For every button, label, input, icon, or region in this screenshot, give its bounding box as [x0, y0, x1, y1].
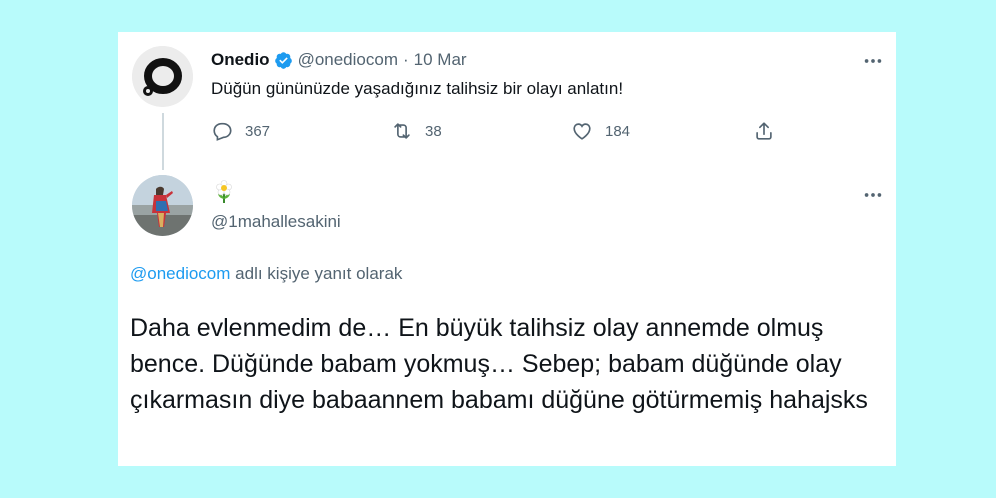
author-name[interactable]: Onedio	[211, 50, 270, 70]
parent-tweet-text: Düğün gününüzde yaşadığınız talihsiz bir…	[211, 79, 624, 98]
thread-connector-line	[162, 113, 164, 170]
retweet-icon	[394, 123, 410, 139]
reply-button[interactable]: 367	[211, 120, 270, 142]
retweet-button[interactable]: 38	[391, 120, 442, 142]
reply-count: 367	[245, 122, 271, 140]
onedio-avatar[interactable]	[132, 46, 193, 107]
reply-author-handle[interactable]: @1mahallesakini	[211, 212, 341, 232]
share-icon	[756, 122, 772, 140]
replying-to-suffix: adlı kişiye yanıt olarak	[230, 264, 403, 283]
flower-emoji-icon	[216, 180, 232, 203]
tweet-card: Onedio @onediocom · 10 Mar Düğün gününüz…	[118, 32, 896, 466]
tweet-date[interactable]: 10 Mar	[414, 50, 467, 70]
tweet-actions: 367 38 184	[211, 120, 779, 144]
reply-tweet-text: Daha evlenmedim de… En büyük talihsiz ol…	[130, 314, 868, 414]
like-icon	[573, 123, 591, 140]
author-handle[interactable]: @onediocom	[298, 50, 398, 70]
like-count: 184	[605, 122, 631, 140]
more-icon[interactable]	[862, 50, 884, 72]
retweet-count: 38	[425, 122, 442, 140]
reply-author-avatar[interactable]	[132, 175, 193, 236]
reply-more-icon[interactable]	[862, 184, 884, 206]
replying-to-handle-link[interactable]: @onediocom	[130, 264, 230, 283]
reply-icon	[213, 122, 232, 141]
verified-badge-icon	[274, 51, 293, 70]
share-button[interactable]	[753, 120, 775, 142]
parent-tweet-header: Onedio @onediocom · 10 Mar	[211, 50, 467, 70]
replying-to-line: @onediocom adlı kişiye yanıt olarak	[130, 264, 402, 284]
separator-dot: ·	[403, 50, 409, 69]
like-button[interactable]: 184	[571, 120, 630, 142]
